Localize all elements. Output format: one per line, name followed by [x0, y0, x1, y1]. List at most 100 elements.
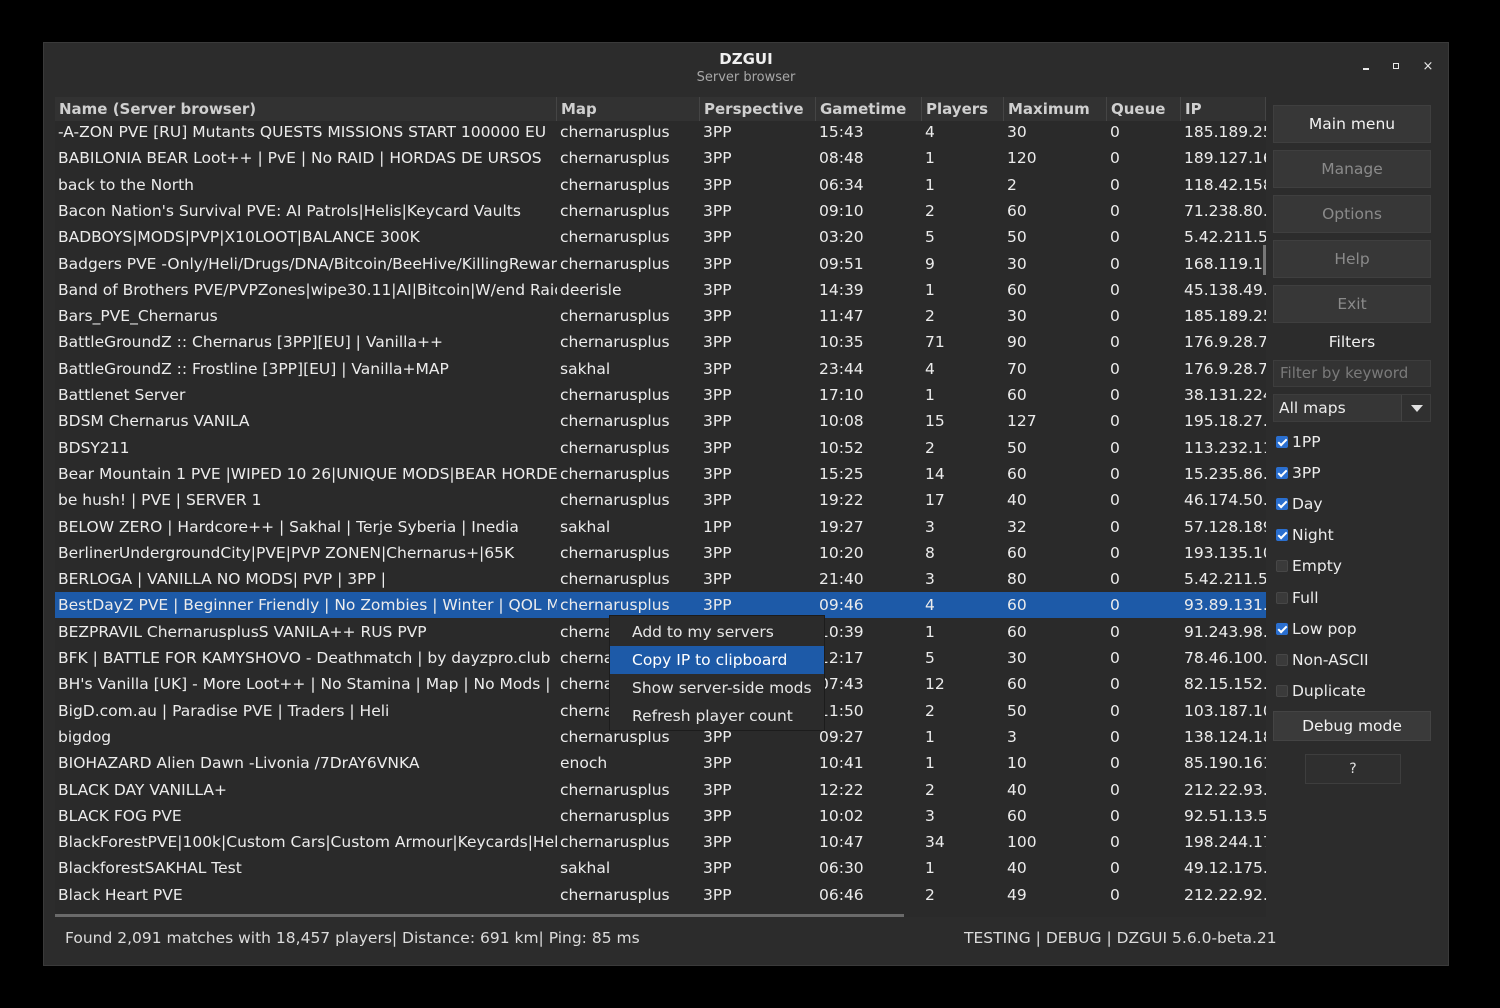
cell-ip: 92.51.13.55: [1184, 806, 1266, 825]
table-row[interactable]: BERLOGA | VANILLA NO MODS| PVP | 3PP | ch…: [55, 566, 1266, 592]
ctx-add-to-my-servers[interactable]: Add to my servers: [610, 618, 824, 646]
manage-button[interactable]: Manage: [1273, 150, 1431, 188]
exit-button[interactable]: Exit: [1273, 285, 1431, 323]
cell-ip: 5.42.211.51: [1184, 570, 1266, 589]
checkbox-box[interactable]: [1276, 467, 1288, 480]
cell-name: BestDayZ PVE | Beginner Friendly | No Zo…: [58, 596, 557, 615]
checkbox-label: Duplicate: [1292, 681, 1366, 700]
table-row[interactable]: BlackForestPVE|100k|Custom Cars|Custom A…: [55, 829, 1266, 855]
close-button[interactable]: ×: [1418, 57, 1438, 77]
table-row[interactable]: BattleGroundZ :: Frostline [3PP][EU] | V…: [55, 356, 1266, 382]
title-bar[interactable]: DZGUI Server browser ×: [44, 43, 1448, 91]
checkbox-box[interactable]: [1276, 622, 1288, 635]
table-row[interactable]: BADBOYS|MODS|PVP|X10LOOT|BALANCE 300K che…: [55, 224, 1266, 250]
column-header-map[interactable]: Map: [557, 97, 700, 121]
column-header-players[interactable]: Players: [922, 97, 1004, 121]
table-row[interactable]: Bear Mountain 1 PVE |WIPED 10 26|UNIQUE …: [55, 461, 1266, 487]
table-row[interactable]: BABILONIA BEAR Loot++ | PvE | No RAID | …: [55, 145, 1266, 171]
table-row[interactable]: BattleGroundZ :: Chernarus [3PP][EU] | V…: [55, 329, 1266, 355]
cell-name: BEZPRAVIL ChernarusplusS VANILA++ RUS PV…: [58, 622, 427, 641]
ctx-show-mods[interactable]: Show server-side mods: [610, 674, 824, 702]
column-header-ip[interactable]: IP: [1181, 97, 1266, 121]
table-row[interactable]: Black Heart PVE chernarusplus 3PP 06:46 2 49 0…: [55, 882, 1266, 908]
main-menu-button[interactable]: Main menu: [1273, 105, 1431, 143]
cell-map: chernarusplus: [560, 254, 670, 273]
options-button[interactable]: Options: [1273, 195, 1431, 233]
cell-gametime: 03:20: [819, 228, 864, 247]
keyword-filter-input[interactable]: Filter by keyword: [1273, 360, 1431, 387]
cell-map: chernarusplus: [560, 307, 670, 326]
cell-name: Bacon Nation's Survival PVE: AI Patrols|…: [58, 201, 521, 220]
cell-gametime: 11:47: [819, 307, 864, 326]
checkbox-box[interactable]: [1276, 560, 1288, 573]
cell-queue: 0: [1110, 859, 1120, 878]
checkbox-box[interactable]: [1276, 436, 1288, 448]
cell-perspective: 3PP: [703, 175, 732, 194]
checkbox-box[interactable]: [1276, 684, 1288, 697]
cell-maximum: 70: [1007, 359, 1027, 378]
cell-queue: 0: [1110, 386, 1120, 404]
cell-ip: 195.18.27.8: [1184, 412, 1266, 431]
cell-maximum: 32: [1007, 517, 1027, 536]
cell-ip: 193.135.10.: [1184, 543, 1266, 562]
help-button[interactable]: Help: [1273, 240, 1431, 278]
cell-maximum: 80: [1007, 570, 1027, 589]
cell-players: 4: [925, 123, 935, 141]
vertical-scrollbar[interactable]: [1263, 245, 1266, 275]
app-window: DZGUI Server browser × Name (Server brow…: [43, 42, 1449, 966]
column-header-queue[interactable]: Queue: [1107, 97, 1181, 121]
table-row[interactable]: BLACK FOG PVE chernarusplus 3PP 10:02 3 60 0 92…: [55, 803, 1266, 829]
table-row[interactable]: back to the North chernarusplus 3PP 06:34 1 2…: [55, 172, 1266, 198]
table-row[interactable]: Bars_PVE_Chernarus chernarusplus 3PP 11:47 2…: [55, 303, 1266, 329]
cell-perspective: 3PP: [703, 228, 732, 247]
column-header-gametime[interactable]: Gametime: [816, 97, 922, 121]
table-row[interactable]: -A-ZON PVE [RU] Mutants QUESTS MISSIONS …: [55, 119, 1266, 145]
table-header: Name (Server browser) Map Perspective Ga…: [55, 97, 1266, 121]
table-row[interactable]: Band of Brothers PVE/PVPZones|wipe30.11|…: [55, 277, 1266, 303]
cell-map: chernarusplus: [560, 570, 670, 589]
server-table[interactable]: Name (Server browser) Map Perspective Ga…: [55, 97, 1266, 917]
cell-ip: 91.243.98.9: [1184, 622, 1266, 641]
table-row[interactable]: BlackforestSAKHAL Test sakhal 3PP 06:30 1 40 0…: [55, 855, 1266, 881]
table-row[interactable]: Badgers PVE -Only/Heli/Drugs/DNA/Bitcoin…: [55, 251, 1266, 277]
maximize-button[interactable]: [1387, 57, 1407, 77]
table-row[interactable]: BELOW ZERO | Hardcore++ | Sakhal | Terje…: [55, 514, 1266, 540]
horizontal-scrollbar[interactable]: [55, 914, 904, 917]
cell-maximum: 50: [1007, 228, 1027, 247]
checkbox-box[interactable]: [1276, 529, 1288, 542]
help-question-button[interactable]: ?: [1305, 754, 1401, 784]
debug-mode-button[interactable]: Debug mode: [1273, 711, 1431, 741]
chevron-down-icon[interactable]: [1401, 395, 1430, 421]
cell-perspective: 3PP: [703, 754, 732, 773]
cell-map: chernarusplus: [560, 833, 670, 852]
cell-players: 4: [925, 359, 935, 378]
table-row[interactable]: BLACK DAY VANILLA+ chernarusplus 3PP 12:22 2…: [55, 777, 1266, 803]
ctx-refresh-count[interactable]: Refresh player count: [610, 702, 824, 730]
map-select[interactable]: All maps: [1273, 394, 1431, 422]
table-row[interactable]: BDSY211 chernarusplus 3PP 10:52 2 50 0 113.232.…: [55, 435, 1266, 461]
cell-gametime: 14:39: [819, 280, 864, 299]
cell-perspective: 3PP: [703, 201, 732, 220]
cell-perspective: 3PP: [703, 280, 732, 299]
column-header-name[interactable]: Name (Server browser): [55, 97, 557, 121]
cell-players: 1: [925, 622, 935, 641]
cell-players: 14: [925, 464, 945, 483]
cell-players: 8: [925, 543, 935, 562]
table-row[interactable]: BerlinerUndergroundCity|PVE|PVP ZONEN|Ch…: [55, 540, 1266, 566]
checkbox-box[interactable]: [1276, 653, 1288, 666]
column-header-perspective[interactable]: Perspective: [700, 97, 816, 121]
minimize-button[interactable]: [1356, 57, 1376, 77]
column-header-maximum[interactable]: Maximum: [1004, 97, 1107, 121]
cell-maximum: 60: [1007, 464, 1027, 483]
cell-name: BlackforestSAKHAL Test: [58, 859, 242, 878]
cell-ip: 168.119.142: [1184, 254, 1266, 273]
table-row[interactable]: Bacon Nation's Survival PVE: AI Patrols|…: [55, 198, 1266, 224]
table-row[interactable]: BDSM Chernarus VANILA chernarusplus 3PP 10:…: [55, 408, 1266, 434]
cell-name: BattleGroundZ :: Frostline [3PP][EU] | V…: [58, 359, 449, 378]
checkbox-box[interactable]: [1276, 591, 1288, 604]
table-row[interactable]: be hush! | PVE | SERVER 1 chernarusplus 3P…: [55, 487, 1266, 513]
checkbox-box[interactable]: [1276, 498, 1288, 511]
table-row[interactable]: BIOHAZARD Alien Dawn -Livonia /7DrAY6VNK…: [55, 750, 1266, 776]
table-row[interactable]: Battlenet Server chernarusplus 3PP 17:10 1 60…: [55, 382, 1266, 408]
ctx-copy-ip[interactable]: Copy IP to clipboard: [610, 646, 824, 674]
